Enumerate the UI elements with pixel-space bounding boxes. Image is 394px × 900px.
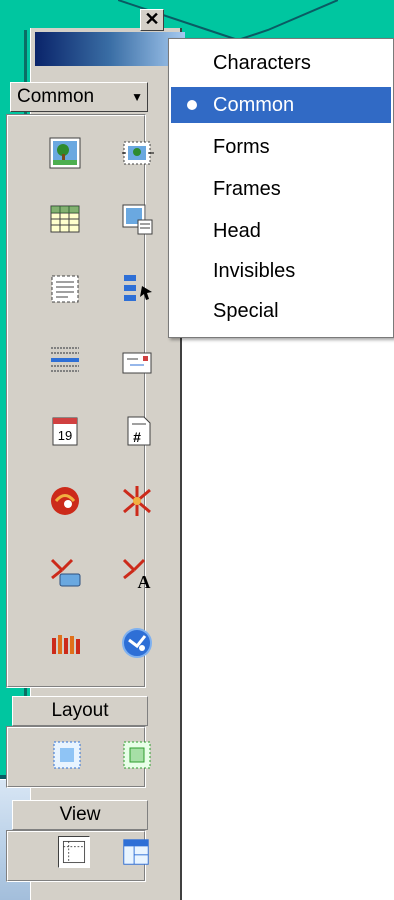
- radio-bullet-icon: [187, 100, 197, 110]
- generator-icon[interactable]: [48, 626, 82, 660]
- menu-item-label: Characters: [213, 52, 311, 74]
- chevron-down-icon: ▼: [131, 90, 143, 104]
- server-side-include-icon[interactable]: #: [120, 414, 154, 448]
- menu-item-frames[interactable]: Frames: [171, 171, 391, 207]
- menu-item-common[interactable]: Common: [171, 87, 391, 123]
- palette-titlebar[interactable]: [35, 32, 185, 66]
- rollover-image-icon[interactable]: [120, 136, 154, 170]
- category-menu: Characters Common Forms Frames Head Invi…: [168, 38, 394, 338]
- svg-text:A: A: [138, 572, 151, 590]
- menu-item-label: Head: [213, 220, 261, 242]
- date-icon[interactable]: 19: [48, 414, 82, 448]
- flash-text-icon[interactable]: A: [120, 556, 154, 590]
- standard-view-button[interactable]: [58, 836, 90, 868]
- menu-item-special[interactable]: Special: [171, 293, 391, 329]
- image-icon[interactable]: [48, 136, 82, 170]
- layout-section-header: Layout: [12, 696, 148, 726]
- menu-item-label: Common: [213, 94, 295, 116]
- category-selected-label: Common: [17, 86, 95, 107]
- layer-icon[interactable]: [48, 272, 82, 306]
- table-icon[interactable]: [48, 202, 82, 236]
- layout-view-button[interactable]: [120, 836, 152, 868]
- flash-icon[interactable]: [120, 484, 154, 518]
- menu-item-characters[interactable]: Characters: [171, 45, 391, 81]
- svg-text:19: 19: [58, 428, 72, 443]
- menu-item-label: Invisibles: [213, 260, 296, 282]
- layout-cell-icon[interactable]: [120, 738, 154, 772]
- menu-item-invisibles[interactable]: Invisibles: [171, 253, 391, 289]
- layout-table-icon[interactable]: [50, 738, 84, 772]
- email-link-icon[interactable]: [120, 346, 154, 380]
- horizontal-rule-icon[interactable]: [48, 342, 82, 376]
- close-icon: ✕: [144, 9, 160, 29]
- menu-item-label: Forms: [213, 136, 270, 158]
- menu-item-label: Special: [213, 300, 279, 322]
- category-dropdown[interactable]: Common ▼: [10, 82, 148, 112]
- fireworks-html-icon[interactable]: [120, 626, 154, 660]
- common-objects-group: [6, 114, 146, 688]
- close-button[interactable]: ✕: [140, 9, 164, 31]
- view-section-header: View: [12, 800, 148, 830]
- svg-text:#: #: [133, 429, 141, 445]
- tabular-data-icon[interactable]: [120, 202, 154, 236]
- navigation-bar-icon[interactable]: [120, 272, 154, 306]
- menu-item-label: Frames: [213, 178, 281, 200]
- flash-button-icon[interactable]: [48, 556, 82, 590]
- menu-item-head[interactable]: Head: [171, 213, 391, 249]
- shockwave-icon[interactable]: [48, 484, 82, 518]
- menu-item-forms[interactable]: Forms: [171, 129, 391, 165]
